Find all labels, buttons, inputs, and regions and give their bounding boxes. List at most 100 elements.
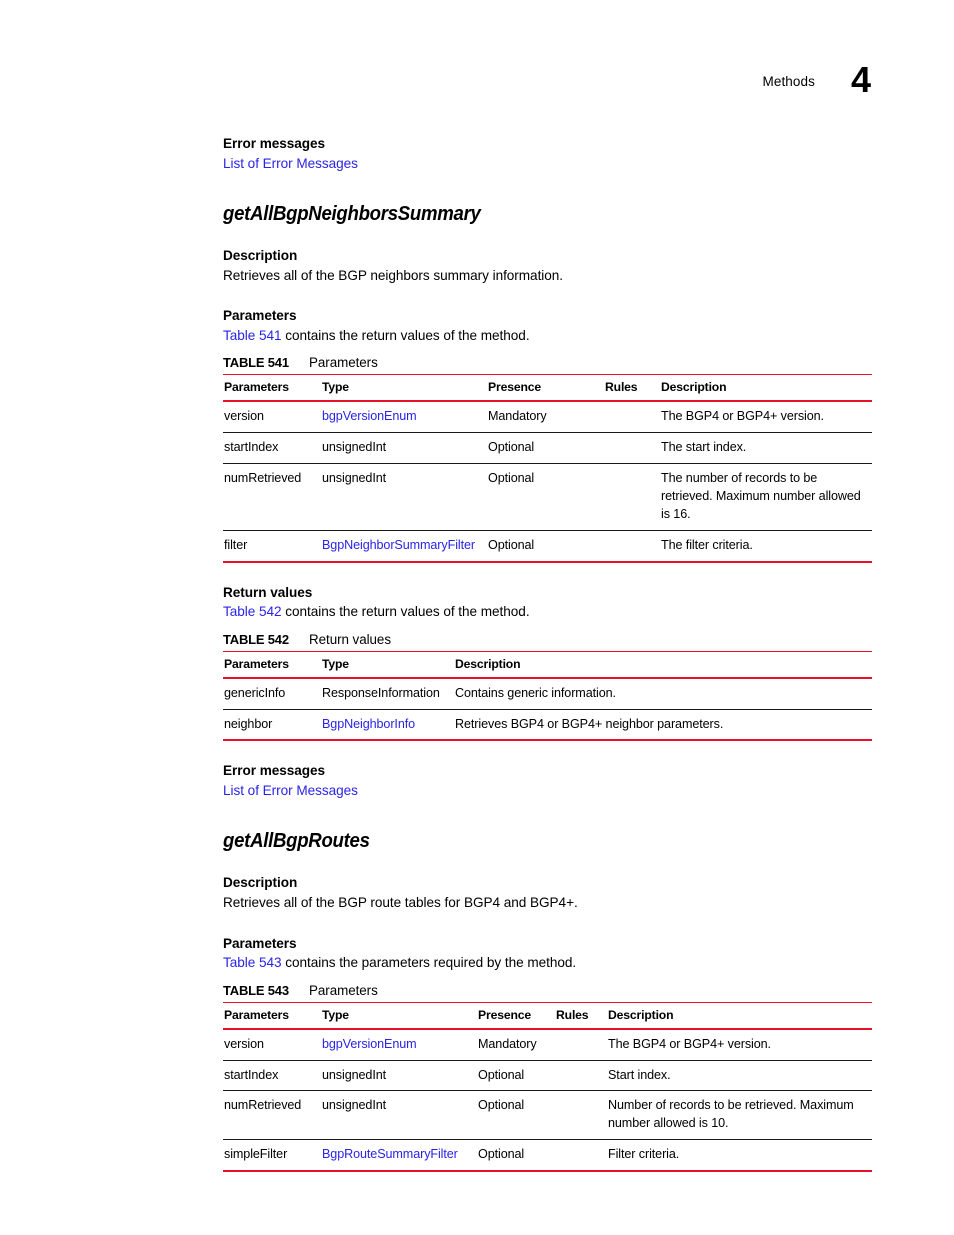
cell-parameter: numRetrieved [223, 463, 321, 531]
cell-rules [555, 1139, 607, 1173]
cell-presence: Optional [487, 432, 604, 465]
cell-type: bgpVersionEnum [321, 401, 487, 434]
cell-rules [604, 432, 660, 465]
return-values-heading: Return values [223, 584, 313, 600]
cell-type: unsignedInt [321, 1060, 477, 1092]
column-header-parameters: Parameters [223, 374, 321, 403]
cell-description: Contains generic information. [454, 677, 872, 710]
type-link[interactable]: BgpNeighborInfo [322, 717, 415, 731]
cell-description: The filter criteria. [660, 530, 872, 563]
cell-parameter: filter [223, 530, 321, 563]
table-543-link[interactable]: Table 543 [223, 955, 282, 970]
table-row: filter BgpNeighborSummaryFilter Optional… [223, 530, 872, 563]
table-542-caption: TABLE 542 Return values [223, 632, 872, 647]
cell-description: Filter criteria. [607, 1139, 872, 1173]
cell-presence: Optional [477, 1090, 555, 1141]
cell-description: The BGP4 or BGP4+ version. [607, 1028, 872, 1061]
type-link[interactable]: bgpVersionEnum [322, 409, 417, 423]
cell-description: The start index. [660, 432, 872, 465]
cell-rules [604, 530, 660, 563]
table-row: neighbor BgpNeighborInfo Retrieves BGP4 … [223, 709, 872, 742]
cell-presence: Optional [477, 1139, 555, 1173]
type-link[interactable]: bgpVersionEnum [322, 1037, 417, 1051]
document-page: Methods 4 Error messages List of Error M… [0, 0, 954, 1235]
type-link[interactable]: BgpNeighborSummaryFilter [322, 538, 475, 552]
return-values-table-reference: Table 542 contains the return values of … [223, 602, 872, 622]
running-header: Methods 4 [762, 56, 871, 98]
error-messages-heading: Error messages [223, 136, 326, 151]
table-543-number: TABLE 543 [223, 982, 289, 998]
column-header-type: Type [321, 1001, 477, 1030]
table-row: version bgpVersionEnum Mandatory The BGP… [223, 401, 872, 434]
column-header-type: Type [321, 374, 487, 403]
cell-type: BgpNeighborInfo [321, 709, 454, 742]
column-header-rules: Rules [555, 1001, 607, 1030]
table-row: numRetrieved unsignedInt Optional The nu… [223, 463, 872, 531]
list-of-error-messages-link[interactable]: List of Error Messages [223, 156, 358, 171]
table-542-link[interactable]: Table 542 [223, 604, 282, 619]
cell-description: The number of records to be retrieved. M… [660, 463, 872, 531]
column-header-parameters: Parameters [223, 1001, 321, 1030]
table-543-header-row: Parameters Type Presence Rules Descripti… [223, 1001, 872, 1030]
cell-parameter: neighbor [223, 709, 321, 742]
list-of-error-messages-link[interactable]: List of Error Messages [223, 783, 358, 798]
cell-presence: Mandatory [487, 401, 604, 434]
content-column: Error messages List of Error Messages ge… [223, 134, 872, 1173]
table-541-number: TABLE 541 [223, 355, 289, 371]
cell-type: BgpRouteSummaryFilter [321, 1139, 477, 1173]
cell-type: bgpVersionEnum [321, 1028, 477, 1061]
cell-rules [555, 1060, 607, 1092]
cell-rules [555, 1028, 607, 1061]
table-row: startIndex unsignedInt Optional Start in… [223, 1060, 872, 1092]
parameters-reference-text: contains the return values of the method… [281, 327, 530, 343]
parameters-heading: Parameters [223, 935, 297, 951]
cell-presence: Optional [487, 463, 604, 531]
cell-type: unsignedInt [321, 463, 487, 531]
column-header-presence: Presence [477, 1001, 555, 1030]
column-header-parameters: Parameters [223, 650, 321, 679]
column-header-description: Description [660, 374, 872, 403]
error-messages-heading: Error messages [223, 763, 326, 779]
table-541-header-row: Parameters Type Presence Rules Descripti… [223, 374, 872, 403]
cell-parameter: version [223, 1028, 321, 1061]
cell-rules [604, 401, 660, 434]
cell-type: unsignedInt [321, 1090, 477, 1141]
cell-parameter: startIndex [223, 1060, 321, 1092]
table-541-link[interactable]: Table 541 [223, 328, 282, 343]
cell-parameter: simpleFilter [223, 1139, 321, 1173]
description-text: Retrieves all of the BGP neighbors summa… [223, 267, 564, 283]
method-title-get-all-bgp-neighbors-summary: getAllBgpNeighborsSummary [223, 203, 481, 226]
type-link[interactable]: BgpRouteSummaryFilter [322, 1147, 458, 1161]
cell-description: Retrieves BGP4 or BGP4+ neighbor paramet… [454, 709, 872, 742]
cell-description: The BGP4 or BGP4+ version. [660, 401, 872, 434]
table-541: Parameters Type Presence Rules Descripti… [223, 374, 872, 563]
parameters-table-reference: Table 541 contains the return values of … [223, 326, 872, 346]
parameters-table-reference: Table 543 contains the parameters requir… [223, 953, 872, 973]
description-text: Retrieves all of the BGP route tables fo… [223, 895, 578, 911]
table-row: genericInfo ResponseInformation Contains… [223, 677, 872, 710]
cell-type: ResponseInformation [321, 677, 454, 710]
column-header-type: Type [321, 650, 454, 679]
parameters-heading: Parameters [223, 308, 297, 324]
running-header-label: Methods [762, 74, 815, 89]
column-header-presence: Presence [487, 374, 604, 403]
column-header-description: Description [454, 650, 872, 679]
table-542-title: Return values [309, 631, 391, 647]
table-542-number: TABLE 542 [223, 631, 289, 647]
table-row: version bgpVersionEnum Mandatory The BGP… [223, 1028, 872, 1061]
cell-type: BgpNeighborSummaryFilter [321, 530, 487, 563]
description-heading: Description [223, 875, 298, 891]
chapter-number: 4 [850, 59, 871, 100]
method-title-get-all-bgp-routes: getAllBgpRoutes [223, 830, 370, 853]
cell-rules [555, 1090, 607, 1141]
column-header-rules: Rules [604, 374, 660, 403]
